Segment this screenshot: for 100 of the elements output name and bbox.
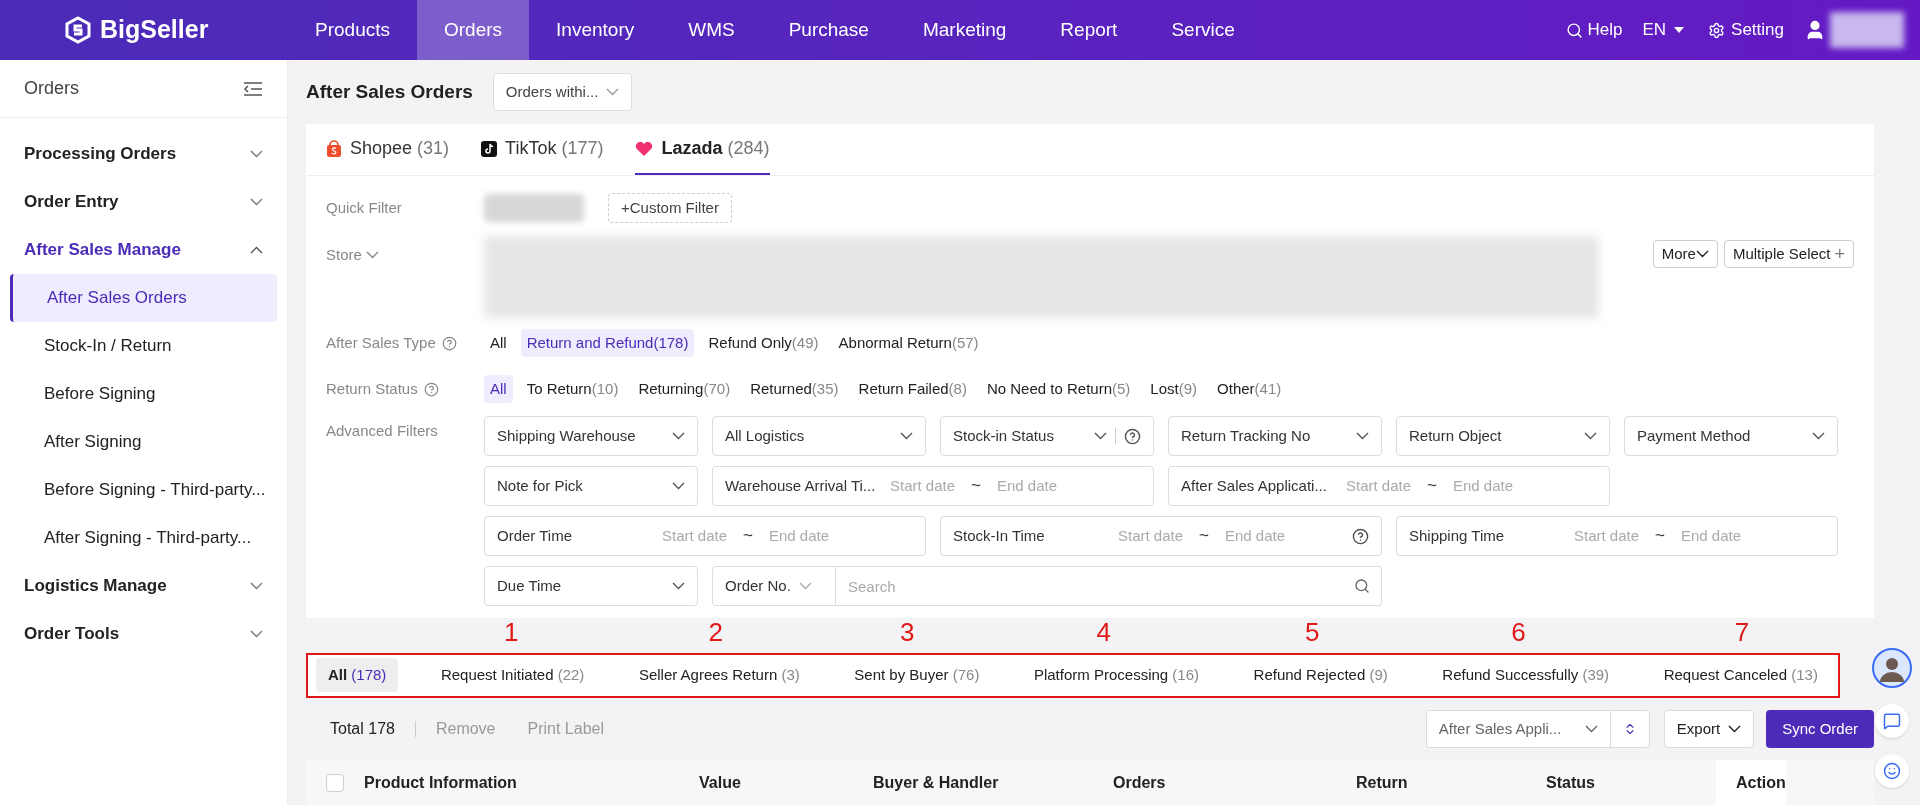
search-icon — [1566, 21, 1584, 39]
sync-order-button[interactable]: Sync Order — [1766, 710, 1874, 749]
date-range-field[interactable]: Warehouse Arrival Ti... Start date ~ End date — [712, 466, 1154, 507]
sidebar-item[interactable]: After Signing — [10, 418, 277, 466]
filter-option[interactable]: Abnormal Return(57) — [832, 329, 985, 358]
search-field[interactable]: Search — [836, 566, 1382, 607]
chevron-down-icon — [250, 150, 263, 158]
collapse-menu-icon[interactable] — [243, 80, 263, 97]
filter-option[interactable]: All — [484, 375, 513, 404]
nav-tab[interactable]: Marketing — [895, 0, 1034, 60]
filter-option[interactable]: Return Failed(8) — [852, 375, 973, 404]
sidebar-group[interactable]: Processing Orders — [0, 130, 287, 178]
filter-option[interactable]: To Return(10) — [520, 375, 625, 404]
annotation-number: 3 — [899, 618, 915, 645]
dropdown-field[interactable]: All Logistics — [712, 416, 926, 457]
help-icon[interactable] — [441, 335, 457, 351]
chevron-down-icon — [1695, 250, 1709, 259]
help-icon[interactable] — [1352, 527, 1369, 545]
date-range-field[interactable]: Order Time Start date ~ End date — [484, 516, 926, 557]
nav-tab[interactable]: Report — [1033, 0, 1145, 60]
dropdown-field[interactable]: Return Tracking No — [1168, 416, 1382, 457]
filter-option[interactable]: Returned(35) — [744, 375, 845, 404]
help-link[interactable]: Help — [1566, 17, 1623, 43]
platform-tab[interactable]: Shopee (31) — [326, 124, 450, 176]
platform-tab[interactable]: TikTok (177) — [481, 124, 604, 176]
export-button[interactable]: Export — [1663, 710, 1755, 749]
filter-option[interactable]: All — [484, 329, 513, 358]
order-number-dropdown[interactable]: Order No. — [712, 566, 836, 607]
status-tab[interactable]: Sent by Buyer (76) — [842, 658, 992, 693]
platform-tab[interactable]: Lazada (284) — [635, 124, 770, 176]
nav-tab[interactable]: WMS — [661, 0, 762, 60]
nav-tab[interactable]: Service — [1144, 0, 1262, 60]
dropdown-field[interactable]: Payment Method — [1624, 416, 1838, 457]
dropdown-field[interactable]: Stock-in Status — [940, 416, 1154, 457]
nav-tab[interactable]: Products — [288, 0, 417, 60]
shopping-bag-icon — [326, 139, 342, 158]
dropdown-field[interactable]: Return Object — [1396, 416, 1610, 457]
nav-tab[interactable]: Orders — [417, 0, 530, 60]
caret-icon — [1674, 27, 1685, 33]
status-tab[interactable]: Platform Processing (16) — [1021, 658, 1211, 693]
date-range-dropdown[interactable]: Orders withi... — [492, 73, 633, 112]
language-selector[interactable]: EN — [1642, 17, 1685, 43]
status-tab[interactable]: Request Initiated (22) — [428, 658, 597, 693]
filter-option[interactable]: Other(41) — [1211, 375, 1288, 404]
annotation-number: 7 — [1734, 618, 1750, 645]
sidebar-item[interactable]: After Signing - Third-party... — [10, 514, 277, 562]
sidebar-item[interactable]: Before Signing - Third-party... — [10, 466, 277, 514]
search-icon[interactable] — [1354, 578, 1370, 595]
help-icon[interactable] — [423, 381, 439, 397]
filter-option[interactable]: Refund Only(49) — [702, 329, 825, 358]
sidebar-group[interactable]: Order Entry — [0, 178, 287, 226]
sidebar-title: Orders — [24, 77, 79, 100]
column-header: Status — [1546, 772, 1596, 793]
more-button[interactable]: More — [1652, 240, 1718, 269]
avatar-icon[interactable] — [1872, 648, 1912, 688]
status-tab[interactable]: Refund Rejected (9) — [1241, 658, 1400, 693]
settings-link[interactable]: Setting — [1708, 17, 1784, 43]
sidebar-item[interactable]: After Sales Orders — [10, 274, 277, 322]
feedback-button[interactable] — [1875, 754, 1909, 788]
chevron-down-icon — [672, 432, 685, 441]
chevron-down-icon — [1356, 432, 1369, 441]
filter-option[interactable]: Returning(70) — [632, 375, 737, 404]
multiple-select-button[interactable]: Multiple Select + — [1723, 240, 1854, 269]
select-all-checkbox[interactable] — [326, 773, 344, 792]
nav-tab[interactable]: Inventory — [529, 0, 662, 60]
status-tab[interactable]: All (178) — [316, 658, 399, 693]
nav-tab[interactable]: Purchase — [761, 0, 896, 60]
custom-filter-button[interactable]: +Custom Filter — [608, 193, 732, 224]
sidebar-group[interactable]: After Sales Manage — [0, 226, 287, 274]
annotation-number: 1 — [504, 618, 519, 645]
status-tab[interactable]: Seller Agrees Return (3) — [626, 658, 812, 693]
store-dropdown[interactable]: Store — [326, 236, 484, 267]
status-tab[interactable]: Refund Successfully (39) — [1430, 658, 1622, 693]
sidebar-item[interactable]: Stock-In / Return — [10, 322, 277, 370]
column-header: Value — [699, 772, 742, 793]
chevron-down-icon — [672, 482, 685, 491]
page-title: After Sales Orders — [306, 79, 473, 104]
sort-dropdown[interactable]: After Sales Appli... — [1425, 710, 1650, 749]
chevron-down-icon — [606, 88, 620, 97]
date-range-field[interactable]: Shipping Time Start date ~ End date — [1396, 516, 1838, 557]
column-header: Product Information — [364, 772, 518, 793]
filter-option[interactable]: No Need to Return(5) — [980, 375, 1137, 404]
date-range-field[interactable]: Stock-In Time Start date ~ End date — [940, 516, 1382, 557]
filter-option[interactable]: Lost(9) — [1144, 375, 1204, 404]
logo-text: BigSeller — [100, 14, 209, 46]
sidebar-group[interactable]: Logistics Manage — [0, 562, 287, 610]
date-range-field[interactable]: After Sales Applicati... Start date ~ End date — [1168, 466, 1610, 507]
chevron-down-icon — [250, 630, 263, 638]
status-tab[interactable]: Request Canceled (13) — [1651, 658, 1830, 693]
help-icon[interactable] — [1124, 427, 1141, 445]
annotation-number: 4 — [1096, 618, 1111, 645]
chevron-down-icon — [1584, 725, 1598, 734]
dropdown-field[interactable]: Due Time — [484, 566, 698, 607]
dropdown-field[interactable]: Note for Pick — [484, 466, 698, 507]
heart-icon — [635, 140, 654, 157]
dropdown-field[interactable]: Shipping Warehouse — [484, 416, 698, 457]
filter-option[interactable]: Return and Refund(178) — [520, 329, 695, 358]
sidebar-group[interactable]: Order Tools — [0, 610, 287, 658]
sidebar-item[interactable]: Before Signing — [10, 370, 277, 418]
chat-button[interactable] — [1875, 704, 1909, 738]
